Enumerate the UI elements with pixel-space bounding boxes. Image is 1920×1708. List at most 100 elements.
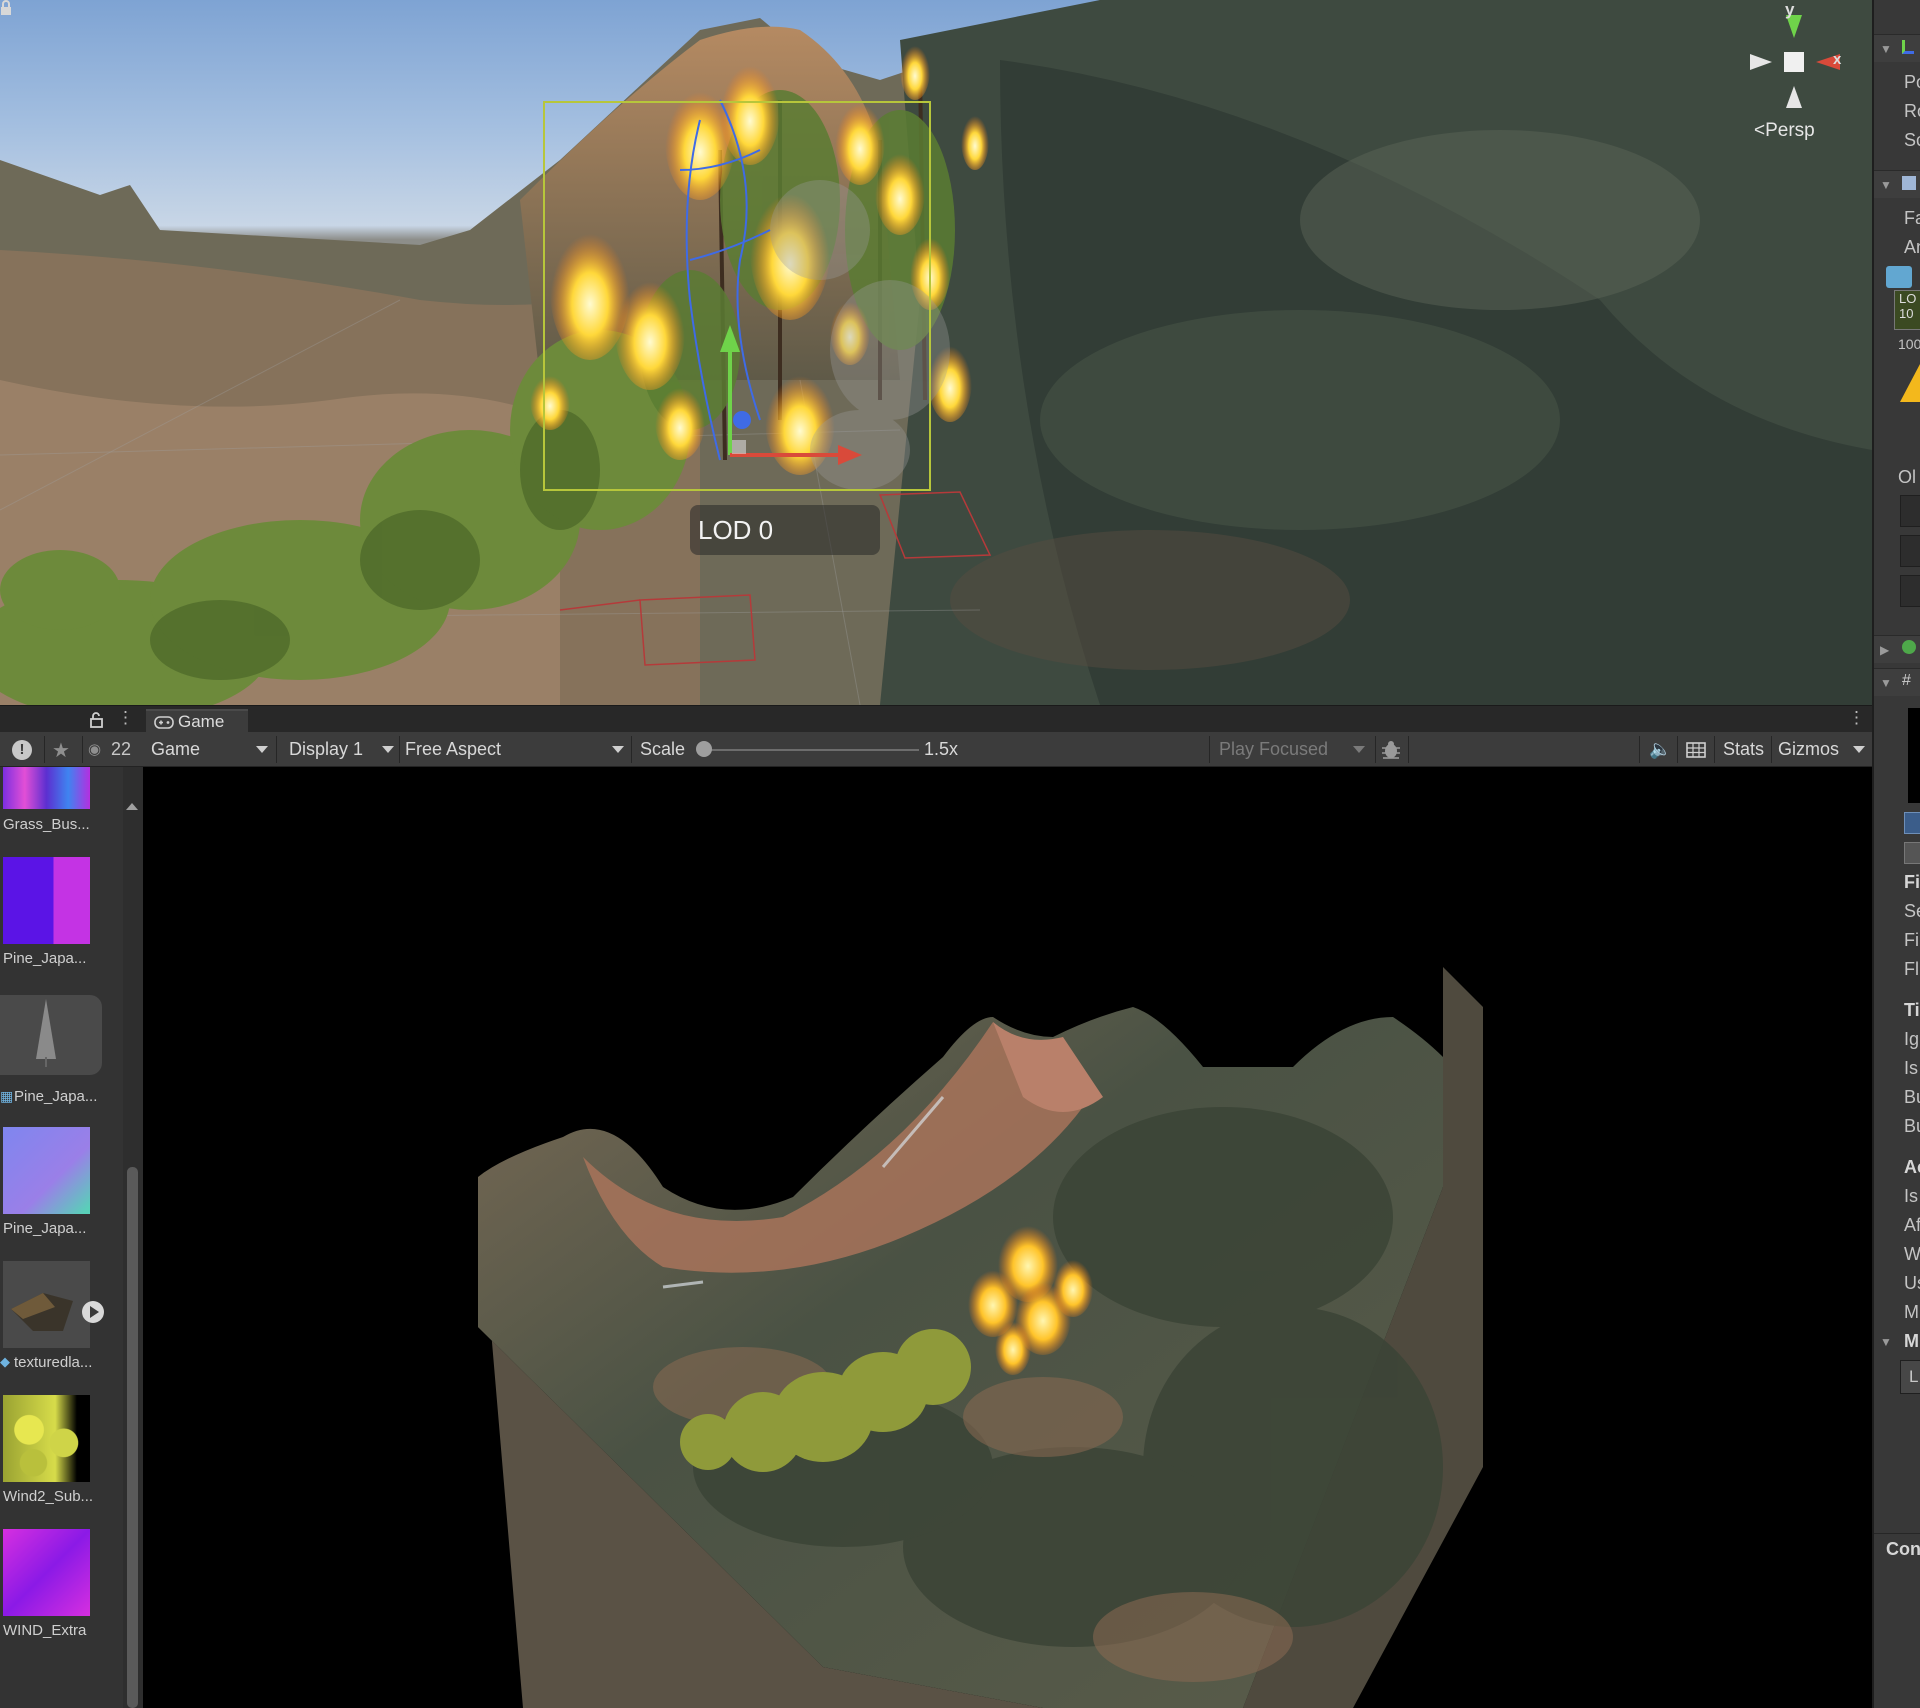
transform-icon [1902,40,1914,54]
section-heading: M [1904,1331,1919,1351]
fold-arrow-icon[interactable]: ▼ [1880,42,1892,56]
lod-slot-label: LO [1899,291,1917,306]
asset-thumbnail [3,1529,90,1616]
list-button[interactable]: L [1900,1360,1920,1394]
asset-label: texturedla... [14,1354,93,1371]
project-browser: Grass_Bus... Pine_Japa... ▦ Pine_Japa...… [0,767,143,1708]
chevron-down-icon [1853,746,1865,753]
fold-arrow-icon[interactable]: ▼ [1880,178,1892,192]
star-icon[interactable]: ★ [52,738,70,763]
asset-thumbnail [3,1395,90,1482]
inspector-row: Sc [1904,130,1920,150]
section-heading: Fi [1904,872,1920,892]
play-icon[interactable] [82,1301,104,1323]
asset-item[interactable]: Wind2_Sub... [0,1395,130,1515]
stats-button[interactable]: Stats [1723,739,1764,760]
section-heading: Ac [1904,1157,1920,1177]
aspect-select-value: Free Aspect [405,739,502,759]
eye-icon[interactable]: ◉ [88,740,101,758]
inspector-row: Ro [1904,101,1920,121]
toggle-button[interactable] [1904,812,1920,834]
persp-toggle[interactable]: <Persp [1754,120,1815,142]
alert-icon[interactable]: ! [12,740,32,760]
asset-item[interactable]: Pine_Japa... [0,857,130,977]
terrain-model-icon [11,1293,73,1331]
game-render[interactable] [143,767,1872,1708]
prefab-grid-icon: ▦ [0,1088,14,1104]
project-toolbar: ! ★ ◉ 22 [0,732,143,767]
divider [1874,1533,1920,1534]
asset-item[interactable]: Pine_Japa... [0,1127,130,1247]
object-field[interactable] [1900,495,1920,527]
console-tab-fragment[interactable]: Con [1886,1539,1920,1560]
scale-label: Scale [640,739,686,759]
lod-percent: 100 [1898,336,1920,352]
inspector-row: Po [1904,72,1920,92]
inspector-panel: ▼ Po Ro Sc ▼ Fa An LO 10 100 Ol ▶ ▼ # Fi… [1872,0,1920,1708]
asset-item[interactable]: Grass_Bus... [0,767,130,839]
lock-icon[interactable] [90,712,103,728]
scene-view[interactable]: LOD 0 y x <Persp [0,0,1872,705]
preview-swatch [1908,708,1920,803]
game-view[interactable] [143,767,1872,1708]
inspector-row: W [1904,1244,1920,1264]
display-select-value: Display 1 [289,739,364,759]
kebab-menu-icon[interactable]: ⋮ [1848,708,1865,728]
lod-slot[interactable]: LO 10 [1894,290,1920,330]
asset-thumbnail [3,857,90,944]
lod-slot-value: 10 [1899,306,1914,321]
chevron-down-icon [612,746,624,753]
kebab-menu-icon[interactable]: ⋮ [117,708,134,728]
chevron-down-icon [256,746,268,753]
scale-slider-track[interactable] [701,749,919,751]
scene-render[interactable] [0,0,1872,705]
inspector-row: An [1904,237,1920,257]
inspector-row: M [1904,1302,1919,1322]
warning-icon [1900,364,1920,402]
scale-value: 1.5x [924,739,959,759]
inspector-row: Fi [1904,930,1919,950]
grid-layout-icon[interactable] [1686,742,1706,758]
bug-icon[interactable] [1380,739,1402,761]
asset-label: Pine_Japa... [3,950,87,967]
scale-slider-thumb[interactable] [696,741,712,757]
asset-item[interactable]: WIND_Extra [0,1529,130,1649]
lod-group-icon [1902,176,1916,190]
chevron-left-icon: < [1754,120,1766,141]
asset-item[interactable]: ▦ Pine_Japa... [0,995,130,1115]
inspector-row: Bu [1904,1087,1920,1107]
lock-icon[interactable] [0,0,12,16]
inspector-row: Bu [1904,1116,1920,1136]
chevron-down-icon [1353,746,1365,753]
gamepad-icon [154,716,174,729]
object-field[interactable] [1900,535,1920,567]
camera-mode-label: Persp [1765,120,1815,141]
asset-item[interactable]: ◆ texturedla... [0,1261,130,1381]
game-toolbar: Game Display 1 Free Aspect Scale 1.5x Pl… [143,732,1872,767]
object-field[interactable] [1900,575,1920,607]
asset-thumbnail [3,767,90,809]
fold-arrow-icon[interactable]: ▼ [1880,676,1892,690]
asset-label: WIND_Extra [3,1622,87,1639]
bottom-tab-bar: ⋮ Game ⋮ [0,705,1872,733]
asset-label: Pine_Japa... [3,1220,87,1237]
tab-game-label: Game [178,712,225,731]
fold-arrow-icon[interactable]: ▶ [1880,643,1889,657]
fold-arrow-icon[interactable]: ▼ [1880,1335,1892,1349]
lod-bar-segment[interactable] [1886,266,1912,288]
hidden-count: 22 [111,739,132,759]
section-heading: Ti [1904,1000,1920,1020]
pine-tree-icon [36,999,56,1067]
play-mode-value: Play Focused [1219,739,1329,759]
toggle-button[interactable] [1904,842,1920,864]
asset-thumbnail [3,1127,90,1214]
asset-label: Grass_Bus... [3,816,90,833]
asset-label: Pine_Japa... [14,1088,98,1105]
gizmos-button-label: Gizmos [1778,739,1840,759]
model-cube-icon: ◆ [0,1354,10,1369]
inspector-row: Fl [1904,959,1919,979]
tab-game[interactable]: Game [146,709,248,733]
inspector-row: Is [1904,1186,1919,1206]
audio-mute-icon[interactable]: 🔈 [1649,739,1671,760]
inspector-row: Is [1904,1058,1919,1078]
